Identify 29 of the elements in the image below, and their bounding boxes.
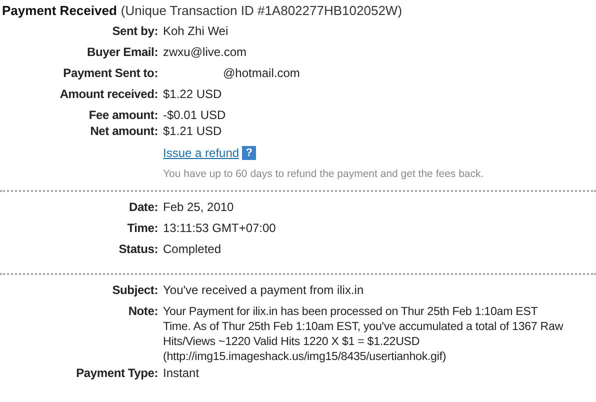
field-value: $1.22 USD <box>163 87 222 101</box>
field-value: Instant <box>163 366 200 380</box>
field-value: @hotmail.com <box>223 66 300 80</box>
field-value: Feb 25, 2010 <box>163 200 234 214</box>
field-label: Note: <box>127 304 158 318</box>
note-text: Your Payment for ilix.in has been processed on Thur 25th Feb 1:10am EST Time. As of Thur 25th Feb 1:10am EST, you've accumulated a total of 1367 Raw Hits/Views ~1220 Valid Hits 1220 X $1 = $1.22USD (http://img15.imageshack.us/img15/8435/usertianhok.gif) <box>163 304 564 364</box>
field-value: You've received a payment from ilix.in <box>163 283 364 297</box>
field-label: Payment Type: <box>75 366 158 380</box>
issue-refund-link[interactable]: Issue a refund <box>163 146 240 160</box>
refund-hint: You have up to 60 days to refund the payment and get the fees back. <box>163 168 485 180</box>
field-label: Subject: <box>111 283 158 297</box>
help-icon[interactable]: ? <box>242 146 256 160</box>
field-value: zwxu@live.com <box>163 45 247 59</box>
field-label: Net amount: <box>89 124 158 138</box>
page-title: Payment Received <box>2 3 117 18</box>
field-value: $1.21 USD <box>163 124 222 138</box>
field-label: Payment Sent to: <box>62 66 158 80</box>
transaction-id: (Unique Transaction ID #1A802277HB102052W) <box>120 3 402 18</box>
field-value: Completed <box>163 242 222 256</box>
field-value: 13:11:53 GMT+07:00 <box>163 221 276 235</box>
field-value: Koh Zhi Wei <box>163 24 228 38</box>
field-label: Date: <box>128 200 158 214</box>
field-label: Fee amount: <box>88 108 158 122</box>
field-label: Time: <box>126 221 158 235</box>
field-label: Status: <box>118 242 158 256</box>
field-label: Sent by: <box>111 24 158 38</box>
field-value: -$0.01 USD <box>163 108 226 122</box>
field-label: Amount received: <box>58 87 158 101</box>
field-label: Buyer Email: <box>86 45 158 59</box>
